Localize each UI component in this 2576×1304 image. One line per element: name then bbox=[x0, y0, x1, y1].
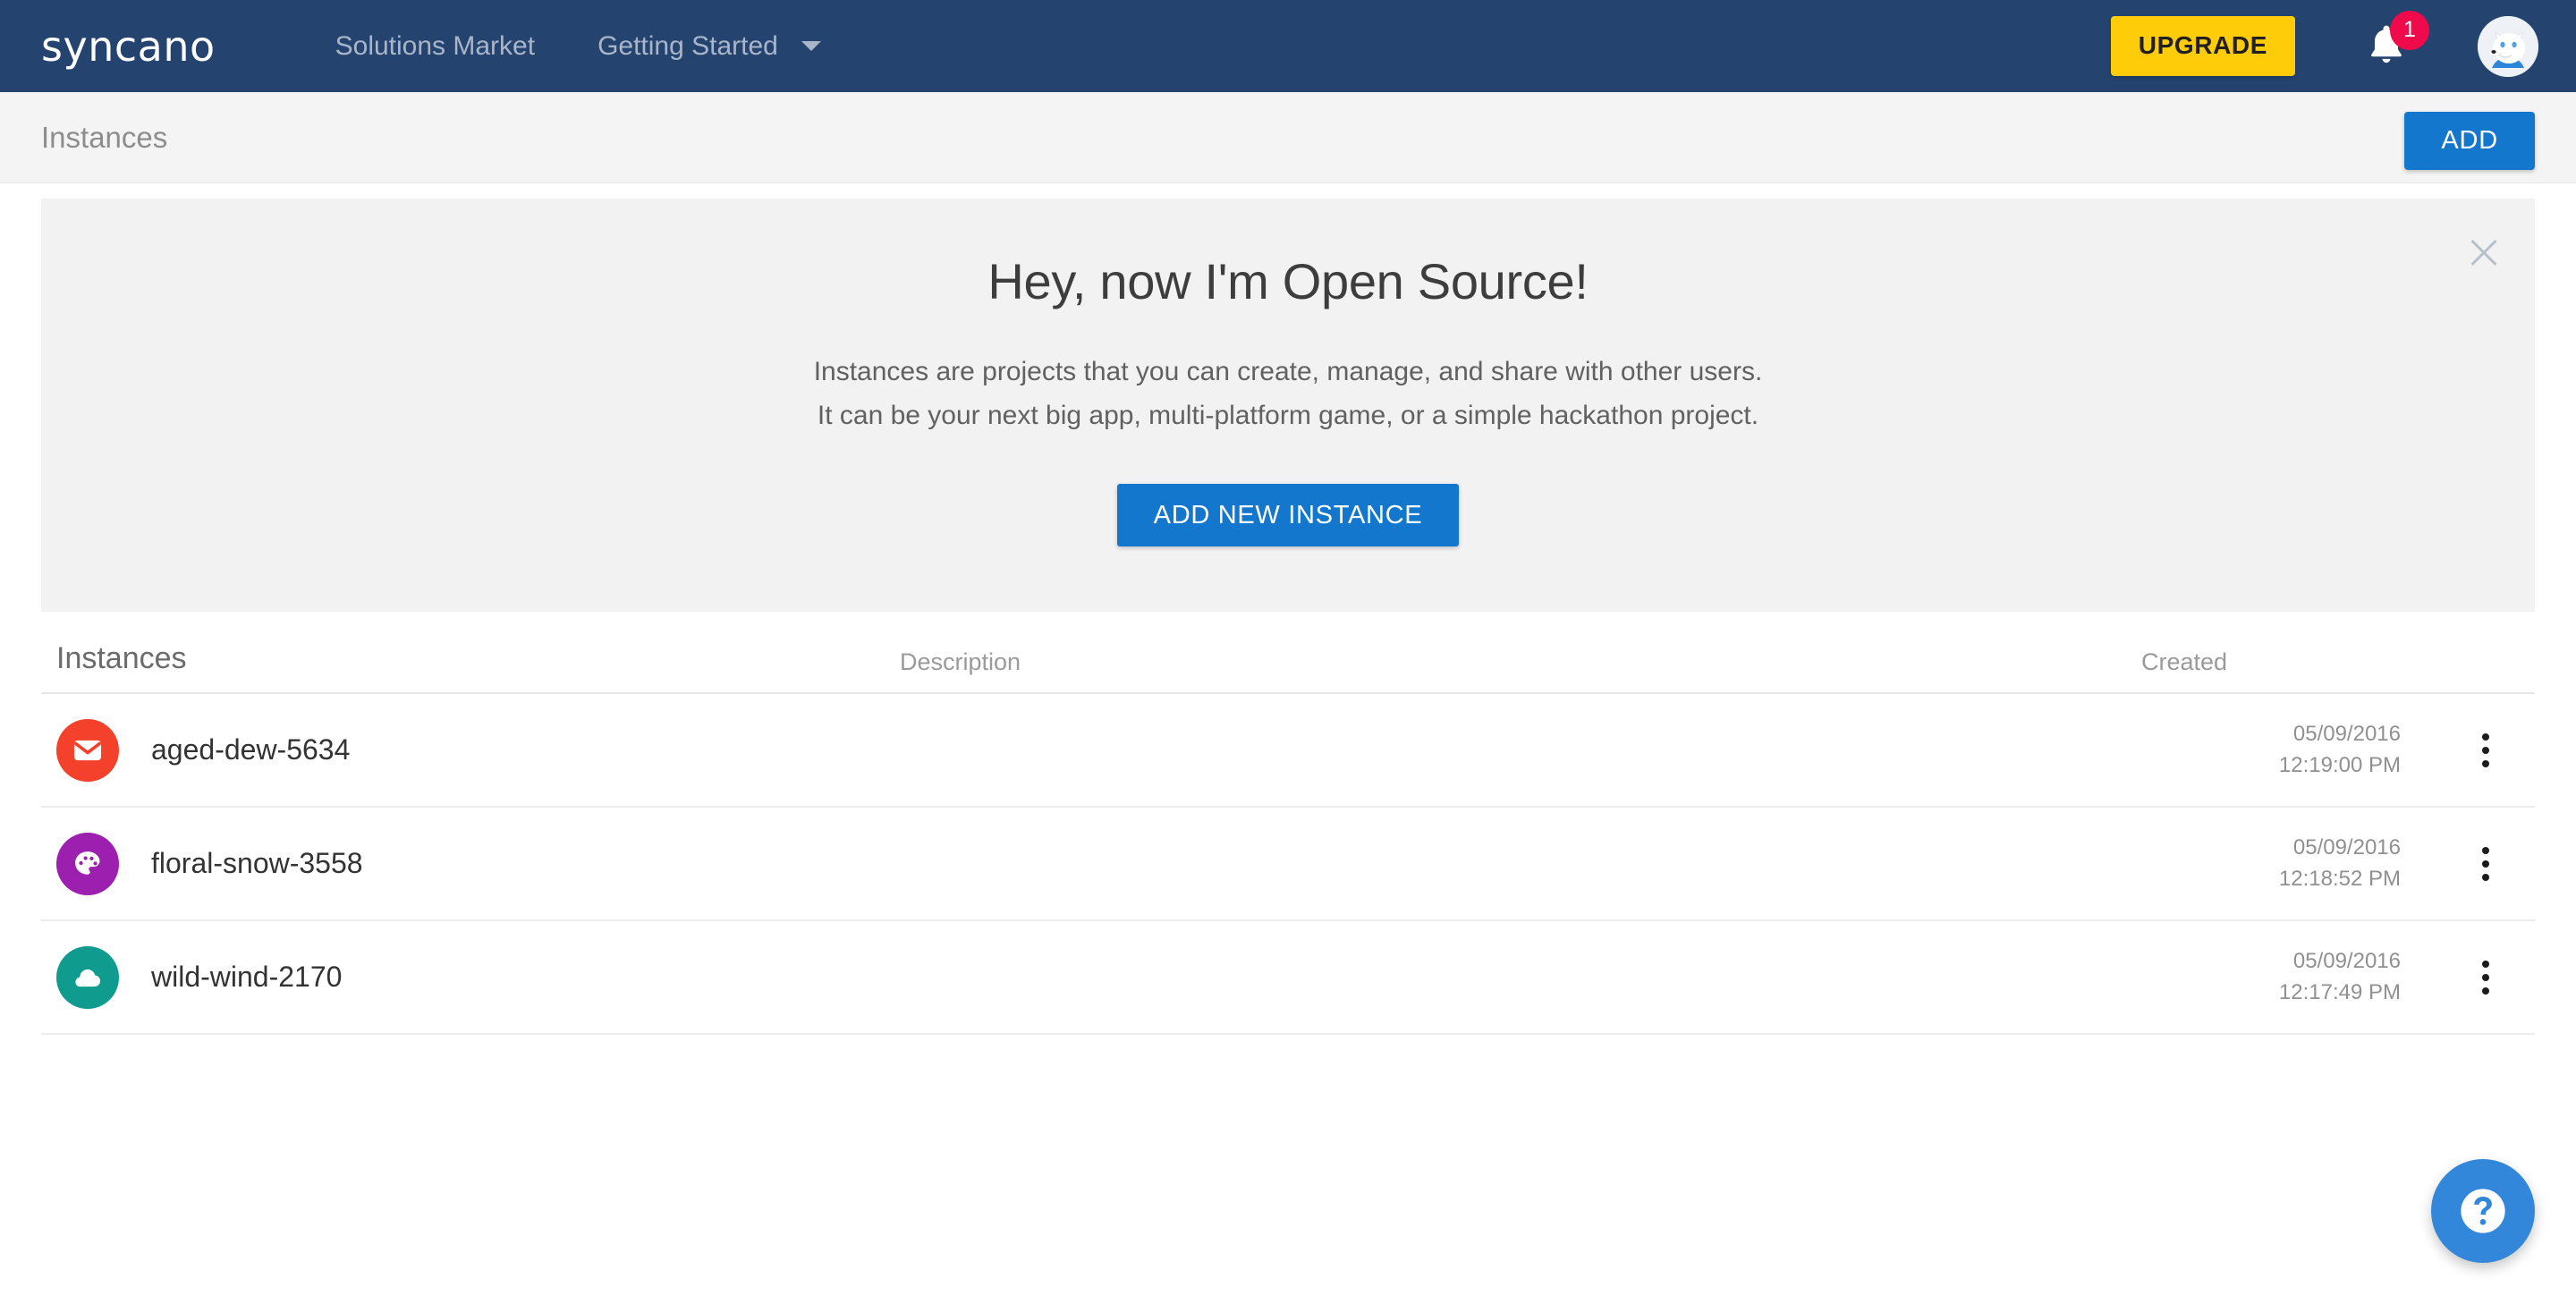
nav-item-getting-started-label: Getting Started bbox=[597, 0, 778, 92]
close-icon[interactable] bbox=[2463, 231, 2504, 272]
dot bbox=[2482, 987, 2489, 995]
cloud-icon bbox=[71, 961, 105, 995]
top-navigation-actions: UPGRADE 1 bbox=[2111, 0, 2576, 92]
add-button[interactable]: ADD bbox=[2404, 112, 2535, 170]
created-time: 12:18:52 PM bbox=[2141, 864, 2401, 895]
dot bbox=[2482, 874, 2489, 881]
instance-icon bbox=[56, 719, 119, 782]
created-time: 12:17:49 PM bbox=[2141, 978, 2401, 1009]
main-nav: Solutions Market Getting Started bbox=[304, 0, 852, 92]
open-source-banner: Hey, now I'm Open Source! Instances are … bbox=[41, 199, 2535, 612]
user-avatar[interactable] bbox=[2478, 16, 2538, 77]
question-mark-icon bbox=[2457, 1185, 2509, 1237]
instances-table: Instances Description Created aged-dew-5… bbox=[41, 612, 2535, 1035]
column-header-description: Description bbox=[900, 648, 2141, 676]
dot bbox=[2482, 747, 2489, 754]
banner-title: Hey, now I'm Open Source! bbox=[41, 250, 2535, 313]
table-row[interactable]: aged-dew-5634 05/09/2016 12:19:00 PM bbox=[41, 694, 2535, 808]
row-menu-button[interactable] bbox=[2466, 953, 2505, 1002]
instance-name-cell: floral-snow-3558 bbox=[41, 833, 900, 895]
instance-created: 05/09/2016 12:17:49 PM bbox=[2141, 946, 2436, 1009]
instance-name: aged-dew-5634 bbox=[151, 733, 350, 766]
palette-icon bbox=[71, 847, 105, 881]
instance-icon bbox=[56, 946, 119, 1009]
dot bbox=[2482, 961, 2489, 968]
instance-name-cell: aged-dew-5634 bbox=[41, 719, 900, 782]
notification-badge: 1 bbox=[2390, 11, 2429, 50]
row-actions-cell bbox=[2436, 840, 2535, 888]
banner-description-line-2: It can be your next big app, multi-platf… bbox=[818, 401, 1758, 430]
column-header-created: Created bbox=[2141, 648, 2436, 676]
chevron-down-icon bbox=[801, 41, 821, 51]
page-subheader: Instances ADD bbox=[0, 92, 2576, 183]
notifications-button[interactable]: 1 bbox=[2363, 20, 2410, 73]
banner-description-line-1: Instances are projects that you can crea… bbox=[814, 357, 1763, 386]
row-menu-button[interactable] bbox=[2466, 726, 2505, 775]
syncano-logo[interactable]: syncano bbox=[41, 26, 216, 67]
created-date: 05/09/2016 bbox=[2141, 833, 2401, 864]
created-date: 05/09/2016 bbox=[2141, 946, 2401, 978]
instance-name: floral-snow-3558 bbox=[151, 847, 363, 880]
add-new-instance-button[interactable]: ADD NEW INSTANCE bbox=[1117, 484, 1460, 546]
instance-created: 05/09/2016 12:19:00 PM bbox=[2141, 719, 2436, 782]
created-time: 12:19:00 PM bbox=[2141, 750, 2401, 782]
dot bbox=[2482, 733, 2489, 741]
fox-avatar-icon bbox=[2478, 16, 2538, 77]
row-menu-button[interactable] bbox=[2466, 840, 2505, 888]
dot bbox=[2482, 760, 2489, 767]
row-actions-cell bbox=[2436, 726, 2535, 775]
dot bbox=[2482, 974, 2489, 981]
table-row[interactable]: wild-wind-2170 05/09/2016 12:17:49 PM bbox=[41, 921, 2535, 1035]
envelope-icon bbox=[71, 733, 105, 767]
upgrade-button[interactable]: UPGRADE bbox=[2111, 16, 2295, 75]
dot bbox=[2482, 847, 2489, 854]
row-actions-cell bbox=[2436, 953, 2535, 1002]
instance-name-cell: wild-wind-2170 bbox=[41, 946, 900, 1009]
created-date: 05/09/2016 bbox=[2141, 719, 2401, 750]
nav-item-solutions-market[interactable]: Solutions Market bbox=[304, 0, 566, 92]
nav-item-getting-started[interactable]: Getting Started bbox=[566, 0, 852, 92]
instance-name: wild-wind-2170 bbox=[151, 961, 342, 994]
top-navigation-bar: syncano Solutions Market Getting Started… bbox=[0, 0, 2576, 92]
table-header-row: Instances Description Created bbox=[41, 612, 2535, 694]
column-header-instances: Instances bbox=[41, 641, 900, 676]
dot bbox=[2482, 860, 2489, 868]
instance-icon bbox=[56, 833, 119, 895]
help-button[interactable] bbox=[2431, 1159, 2535, 1263]
table-row[interactable]: floral-snow-3558 05/09/2016 12:18:52 PM bbox=[41, 808, 2535, 921]
breadcrumb: Instances bbox=[41, 121, 167, 155]
instance-created: 05/09/2016 12:18:52 PM bbox=[2141, 833, 2436, 895]
